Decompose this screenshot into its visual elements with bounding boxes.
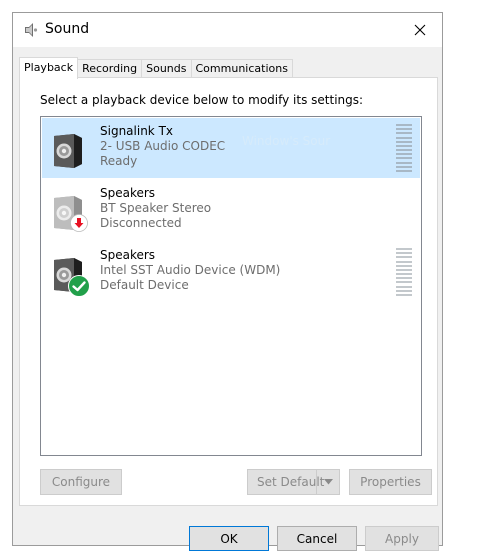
cancel-button[interactable]: Cancel: [277, 526, 357, 551]
device-item-bt-speaker[interactable]: Speakers BT Speaker Stereo Disconnected: [42, 180, 420, 240]
set-default-label: Set Default: [257, 475, 325, 489]
device-status: Ready: [100, 154, 138, 168]
set-default-dropdown[interactable]: [316, 470, 339, 494]
playback-panel: Select a playback device below to modify…: [19, 77, 438, 506]
title-bar[interactable]: Sound: [13, 13, 442, 47]
default-check-icon: [68, 275, 90, 297]
chevron-down-icon: [323, 479, 333, 485]
properties-button[interactable]: Properties: [349, 469, 432, 495]
ok-button[interactable]: OK: [189, 526, 269, 551]
instruction-text: Select a playback device below to modify…: [40, 93, 364, 107]
dialog-button-bar: OK Cancel Apply: [13, 510, 442, 551]
device-name: Speakers: [100, 186, 156, 200]
device-description: BT Speaker Stereo: [100, 201, 212, 215]
device-item-signalink[interactable]: Signalink Tx 2- USB Audio CODEC Ready Wi…: [42, 118, 420, 178]
dialog-body: Playback Recording Sounds Communications…: [13, 47, 442, 551]
device-item-intel-speakers[interactable]: Speakers Intel SST Audio Device (WDM) De…: [42, 242, 420, 302]
tab-recording[interactable]: Recording: [77, 59, 143, 79]
tab-playback[interactable]: Playback: [19, 57, 79, 79]
device-status: Disconnected: [100, 216, 182, 230]
speaker-device-icon: [54, 134, 82, 168]
device-text: Signalink Tx 2- USB Audio CODEC Ready: [100, 124, 225, 169]
speaker-icon: [25, 23, 38, 37]
device-text: Speakers BT Speaker Stereo Disconnected: [100, 186, 211, 231]
ghost-label: Window's Sour: [242, 134, 331, 148]
level-meter: [396, 248, 412, 296]
device-name: Signalink Tx: [100, 124, 173, 138]
window-title: Sound: [45, 21, 90, 37]
device-text: Speakers Intel SST Audio Device (WDM) De…: [100, 248, 280, 293]
tab-strip: Playback Recording Sounds Communications: [19, 57, 293, 79]
set-default-button[interactable]: Set Default: [247, 469, 340, 495]
tab-sounds[interactable]: Sounds: [141, 59, 192, 79]
device-description: 2- USB Audio CODEC: [100, 139, 226, 153]
device-description: Intel SST Audio Device (WDM): [100, 263, 281, 277]
tab-communications[interactable]: Communications: [190, 59, 293, 79]
level-meter: [396, 124, 412, 172]
configure-button[interactable]: Configure: [40, 469, 122, 495]
disconnected-arrow-icon: [70, 214, 88, 232]
sound-dialog: Sound Playback Recording Sounds Communic…: [12, 12, 443, 551]
close-icon: [414, 24, 426, 36]
device-status: Default Device: [100, 278, 189, 292]
device-name: Speakers: [100, 248, 156, 262]
device-list[interactable]: Signalink Tx 2- USB Audio CODEC Ready Wi…: [40, 116, 422, 456]
close-button[interactable]: [398, 13, 442, 47]
apply-button[interactable]: Apply: [365, 526, 439, 551]
